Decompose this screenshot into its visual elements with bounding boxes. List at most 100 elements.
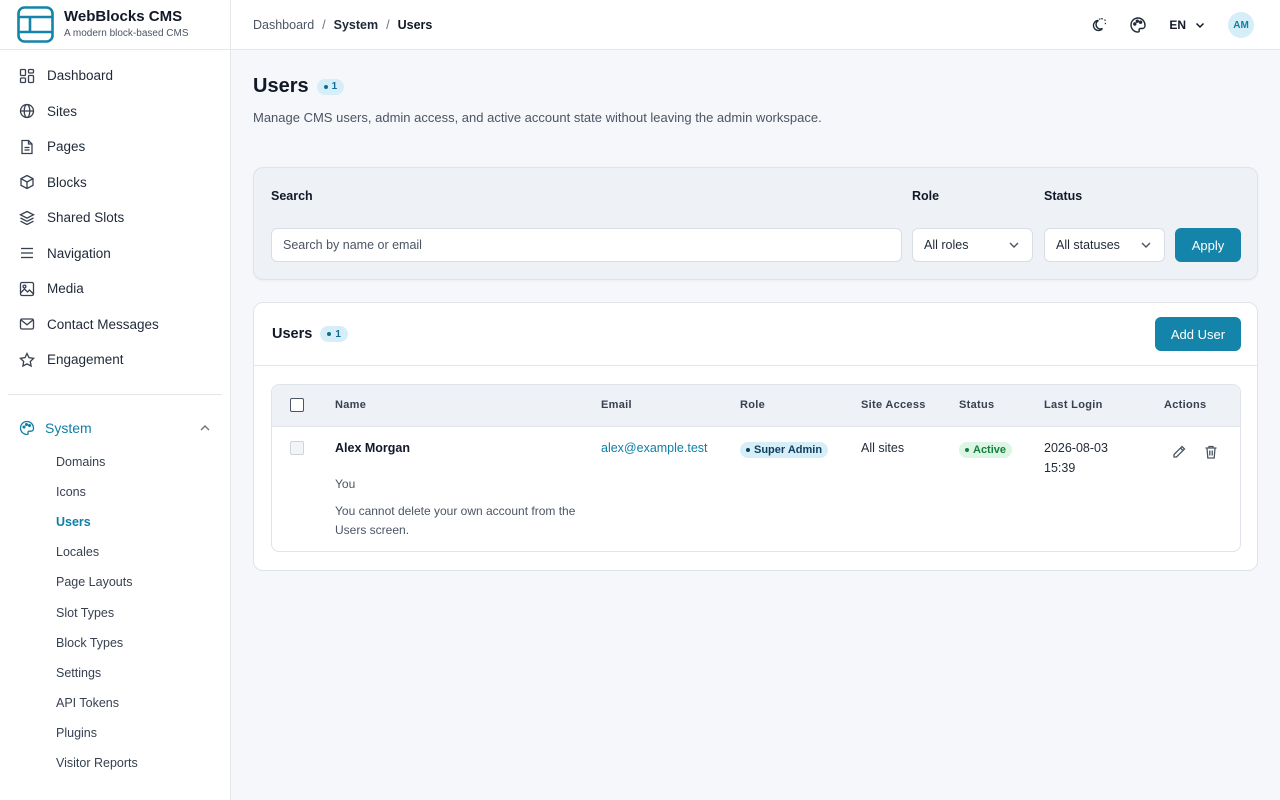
theme-toggle-icon[interactable] <box>1089 16 1107 34</box>
language-label: EN <box>1169 18 1186 32</box>
mail-icon <box>19 318 35 330</box>
chevron-down-icon <box>1009 242 1019 248</box>
count-badge: 1 <box>316 78 345 95</box>
page-header: Users 1 <box>253 75 1258 98</box>
add-user-button[interactable]: Add User <box>1155 317 1241 351</box>
breadcrumb-current: Users <box>397 17 433 32</box>
delete-icon[interactable] <box>1203 444 1219 460</box>
user-email-link[interactable]: alex@example.test <box>601 441 708 455</box>
breadcrumb: Dashboard / System / Users <box>253 18 432 32</box>
image-icon <box>19 281 35 296</box>
column-header-actions: Actions <box>1164 399 1207 411</box>
sidebar: WebBlocks CMS A modern block-based CMS D… <box>0 0 231 800</box>
globe-icon <box>19 104 35 119</box>
column-header-role[interactable]: Role <box>740 399 765 411</box>
sidebar-group-system[interactable]: System <box>0 411 230 445</box>
main-content: Users 1 Manage CMS users, admin access, … <box>253 50 1258 571</box>
sidebar-group-label: System <box>45 419 92 436</box>
status-select[interactable]: All statuses <box>1044 228 1165 262</box>
topbar-actions: EN AM <box>1067 0 1254 50</box>
table-row: Alex Morgan You You cannot delete your o… <box>272 427 1240 551</box>
role-badge-label: Super Admin <box>754 444 823 456</box>
brand[interactable]: WebBlocks CMS A modern block-based CMS <box>0 0 230 50</box>
topbar: Dashboard / System / Users EN AM <box>231 0 1280 50</box>
sidebar-item-domains[interactable]: Domains <box>0 447 230 477</box>
sidebar-item-contact-messages[interactable]: Contact Messages <box>0 307 230 343</box>
column-header-status[interactable]: Status <box>959 399 994 411</box>
count-value: 1 <box>335 328 341 340</box>
sidebar-nav: Dashboard Sites Pages Blocks Shared Slot… <box>0 50 230 378</box>
status-badge: Active <box>959 442 1013 458</box>
apply-button[interactable]: Apply <box>1175 228 1241 262</box>
select-all-checkbox[interactable] <box>290 398 304 412</box>
sidebar-item-label: Sites <box>47 103 78 119</box>
logo-icon <box>17 6 54 43</box>
language-selector[interactable]: EN <box>1169 18 1206 32</box>
sidebar-item-visitor-reports[interactable]: Visitor Reports <box>0 748 230 778</box>
sidebar-item-settings[interactable]: Settings <box>0 658 230 688</box>
badge-dot <box>323 84 328 89</box>
role-select-value: All roles <box>924 238 969 252</box>
sidebar-divider <box>8 393 222 395</box>
sidebar-item-locales[interactable]: Locales <box>0 537 230 567</box>
sidebar-item-sites[interactable]: Sites <box>0 94 230 130</box>
sidebar-item-label: Navigation <box>47 245 111 261</box>
sidebar-item-plugins[interactable]: Plugins <box>0 718 230 748</box>
table-header: Name Email Role Site Access Status Last … <box>272 385 1240 427</box>
palette-icon[interactable] <box>1129 16 1147 34</box>
role-select[interactable]: All roles <box>912 228 1033 262</box>
users-card-title: Users <box>272 326 313 342</box>
sidebar-item-pages[interactable]: Pages <box>0 129 230 165</box>
brand-tagline: A modern block-based CMS <box>64 27 189 39</box>
column-header-email[interactable]: Email <box>601 399 632 411</box>
breadcrumb-dashboard[interactable]: Dashboard <box>253 18 314 32</box>
brand-name: WebBlocks CMS <box>64 7 183 25</box>
breadcrumb-system[interactable]: System <box>334 18 378 32</box>
last-login-date: 2026-08-03 <box>1044 441 1108 455</box>
system-submenu: Domains Icons Users Locales Page Layouts… <box>0 445 230 779</box>
sidebar-item-label: Media <box>47 281 84 297</box>
count-badge: 1 <box>320 326 348 342</box>
sidebar-item-blocks[interactable]: Blocks <box>0 165 230 201</box>
user-delete-warning: You cannot delete your own account from … <box>335 504 576 537</box>
breadcrumb-separator: / <box>386 17 390 32</box>
layers-icon <box>19 210 35 225</box>
user-name: Alex Morgan <box>335 441 411 455</box>
user-self-note: You <box>335 477 356 491</box>
search-input[interactable] <box>271 228 902 262</box>
menu-icon <box>21 248 33 259</box>
sidebar-item-label: Pages <box>47 139 86 155</box>
sidebar-item-label: Blocks <box>47 174 87 190</box>
search-label: Search <box>271 189 313 203</box>
sidebar-item-shared-slots[interactable]: Shared Slots <box>0 200 230 236</box>
chevron-down-icon <box>1141 242 1151 248</box>
sidebar-item-dashboard[interactable]: Dashboard <box>0 58 230 94</box>
badge-dot <box>965 448 969 452</box>
site-access-value: All sites <box>861 441 905 455</box>
star-icon <box>19 351 35 368</box>
sidebar-item-label: Engagement <box>47 352 124 368</box>
sidebar-item-icons[interactable]: Icons <box>0 477 230 507</box>
sidebar-item-users[interactable]: Users <box>0 507 230 537</box>
count-value: 1 <box>331 81 338 92</box>
file-icon <box>21 139 33 154</box>
sidebar-item-media[interactable]: Media <box>0 271 230 307</box>
avatar[interactable]: AM <box>1228 12 1254 38</box>
sidebar-item-block-types[interactable]: Block Types <box>0 628 230 658</box>
users-card-header: Users 1 Add User <box>254 303 1257 366</box>
column-header-last-login[interactable]: Last Login <box>1044 399 1103 411</box>
status-select-value: All statuses <box>1056 238 1120 252</box>
sidebar-item-navigation[interactable]: Navigation <box>0 236 230 272</box>
status-badge-label: Active <box>973 444 1007 456</box>
users-table: Name Email Role Site Access Status Last … <box>271 384 1241 552</box>
edit-icon[interactable] <box>1171 444 1187 460</box>
sidebar-item-page-layouts[interactable]: Page Layouts <box>0 567 230 597</box>
sidebar-item-api-tokens[interactable]: API Tokens <box>0 688 230 718</box>
column-header-site-access[interactable]: Site Access <box>861 399 926 411</box>
column-header-name[interactable]: Name <box>335 399 366 411</box>
cube-icon <box>20 175 34 190</box>
breadcrumb-separator: / <box>322 17 326 32</box>
sidebar-item-slot-types[interactable]: Slot Types <box>0 597 230 627</box>
sidebar-item-engagement[interactable]: Engagement <box>0 342 230 378</box>
users-card: Users 1 Add User Name Email Role Site Ac… <box>253 302 1258 571</box>
